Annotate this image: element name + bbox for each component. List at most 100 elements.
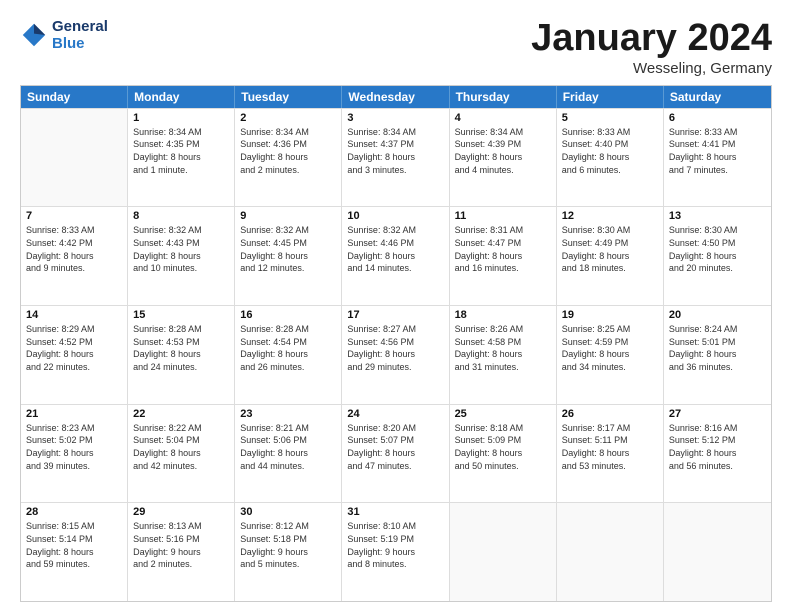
day-number: 23 [240, 408, 336, 420]
day-number: 11 [455, 210, 551, 222]
cell-info-line: Sunrise: 8:28 AM [240, 323, 336, 336]
cal-cell: 11Sunrise: 8:31 AMSunset: 4:47 PMDayligh… [450, 207, 557, 305]
header: General Blue January 2024 Wesseling, Ger… [20, 18, 772, 77]
day-number: 6 [669, 112, 766, 124]
cal-cell: 19Sunrise: 8:25 AMSunset: 4:59 PMDayligh… [557, 306, 664, 404]
day-number: 13 [669, 210, 766, 222]
cell-info-line: Sunrise: 8:34 AM [455, 126, 551, 139]
cell-info-line: Sunset: 4:54 PM [240, 336, 336, 349]
cell-info-line: Sunrise: 8:34 AM [347, 126, 443, 139]
cal-cell: 26Sunrise: 8:17 AMSunset: 5:11 PMDayligh… [557, 405, 664, 503]
cell-info-line: and 2 minutes. [133, 558, 229, 571]
logo-line2: Blue [52, 35, 108, 52]
cell-info-line: Sunset: 4:39 PM [455, 138, 551, 151]
day-number: 7 [26, 210, 122, 222]
cal-cell: 10 Sunrise: 8:32 AMSunset: 4:46 PMDayligh… [342, 207, 449, 305]
cell-info-line: Sunrise: 8:33 AM [669, 126, 766, 139]
day-number: 18 [455, 309, 551, 321]
weekday-header-tuesday: Tuesday [235, 86, 342, 108]
cell-info-line: Daylight: 8 hours [26, 546, 122, 559]
month-title: January 2024 [531, 18, 772, 60]
cell-info-line: Sunrise: 8:32 AM [240, 224, 336, 237]
cell-info-line: Daylight: 8 hours [26, 447, 122, 460]
cell-info-line: Sunset: 5:07 PM [347, 434, 443, 447]
day-number: 2 [240, 112, 336, 124]
cell-info-line: Daylight: 8 hours [133, 447, 229, 460]
weekday-header-saturday: Saturday [664, 86, 771, 108]
cal-cell: 17Sunrise: 8:27 AMSunset: 4:56 PMDayligh… [342, 306, 449, 404]
cell-info-line: and 31 minutes. [455, 361, 551, 374]
cell-info-line: Sunrise: 8:27 AM [347, 323, 443, 336]
cell-info-line: Sunrise: 8:21 AM [240, 422, 336, 435]
cal-cell: 27Sunrise: 8:16 AMSunset: 5:12 PMDayligh… [664, 405, 771, 503]
cal-cell: 16Sunrise: 8:28 AMSunset: 4:54 PMDayligh… [235, 306, 342, 404]
cell-info-line: and 29 minutes. [347, 361, 443, 374]
cell-info-line: Sunset: 4:49 PM [562, 237, 658, 250]
cell-info-line: Sunset: 5:12 PM [669, 434, 766, 447]
cal-cell: 15Sunrise: 8:28 AMSunset: 4:53 PMDayligh… [128, 306, 235, 404]
cell-info-line: Daylight: 8 hours [347, 250, 443, 263]
cal-cell: 13Sunrise: 8:30 AMSunset: 4:50 PMDayligh… [664, 207, 771, 305]
cell-info-line: Daylight: 8 hours [347, 348, 443, 361]
cell-info-line: and 16 minutes. [455, 262, 551, 275]
cell-info-line: and 42 minutes. [133, 460, 229, 473]
logo: General Blue [20, 18, 108, 53]
location: Wesseling, Germany [531, 60, 772, 77]
cell-info-line: Sunset: 5:19 PM [347, 533, 443, 546]
cell-info-line: Sunset: 5:04 PM [133, 434, 229, 447]
weekday-header-sunday: Sunday [21, 86, 128, 108]
cal-cell: 20Sunrise: 8:24 AMSunset: 5:01 PMDayligh… [664, 306, 771, 404]
cell-info-line: Sunrise: 8:34 AM [133, 126, 229, 139]
cal-cell: 22Sunrise: 8:22 AMSunset: 5:04 PMDayligh… [128, 405, 235, 503]
cell-info-line: Daylight: 9 hours [347, 546, 443, 559]
cell-info-line: Sunset: 4:37 PM [347, 138, 443, 151]
cell-info-line: Daylight: 8 hours [562, 250, 658, 263]
day-number: 5 [562, 112, 658, 124]
cell-info-line: and 34 minutes. [562, 361, 658, 374]
cal-cell: 28Sunrise: 8:15 AMSunset: 5:14 PMDayligh… [21, 503, 128, 601]
week-row-1: 1Sunrise: 8:34 AMSunset: 4:35 PMDaylight… [21, 108, 771, 207]
cal-cell: 25Sunrise: 8:18 AMSunset: 5:09 PMDayligh… [450, 405, 557, 503]
day-number: 22 [133, 408, 229, 420]
cell-info-line: Sunrise: 8:17 AM [562, 422, 658, 435]
cell-info-line: Daylight: 8 hours [240, 151, 336, 164]
day-number: 3 [347, 112, 443, 124]
cell-info-line: Sunset: 5:14 PM [26, 533, 122, 546]
weekday-header-friday: Friday [557, 86, 664, 108]
cal-cell: 31Sunrise: 8:10 AMSunset: 5:19 PMDayligh… [342, 503, 449, 601]
cal-cell: 5Sunrise: 8:33 AMSunset: 4:40 PMDaylight… [557, 109, 664, 207]
cell-info-line: Sunrise: 8:31 AM [455, 224, 551, 237]
cell-info-line: Sunset: 4:58 PM [455, 336, 551, 349]
week-row-3: 14Sunrise: 8:29 AMSunset: 4:52 PMDayligh… [21, 305, 771, 404]
cell-info-line: Sunset: 5:18 PM [240, 533, 336, 546]
logo-text: General Blue [52, 18, 108, 53]
cell-info-line: and 26 minutes. [240, 361, 336, 374]
cell-info-line: Daylight: 8 hours [562, 348, 658, 361]
cal-cell: 3 Sunrise: 8:34 AMSunset: 4:37 PMDaylight… [342, 109, 449, 207]
day-number: 10 [347, 210, 443, 222]
day-number: 24 [347, 408, 443, 420]
cal-cell: 30Sunrise: 8:12 AMSunset: 5:18 PMDayligh… [235, 503, 342, 601]
cell-info-line: Sunset: 5:16 PM [133, 533, 229, 546]
cell-info-line: Sunrise: 8:32 AM [347, 224, 443, 237]
cell-info-line: Daylight: 8 hours [455, 250, 551, 263]
cell-info-line: Daylight: 8 hours [562, 447, 658, 460]
cell-info-line: Daylight: 8 hours [347, 151, 443, 164]
cal-cell: 2Sunrise: 8:34 AMSunset: 4:36 PMDaylight… [235, 109, 342, 207]
cell-info-line: and 5 minutes. [240, 558, 336, 571]
cell-info-line: Sunrise: 8:33 AM [562, 126, 658, 139]
cell-info-line: and 22 minutes. [26, 361, 122, 374]
day-number: 15 [133, 309, 229, 321]
cal-cell: 14Sunrise: 8:29 AMSunset: 4:52 PMDayligh… [21, 306, 128, 404]
cell-info-line: Sunset: 5:06 PM [240, 434, 336, 447]
weekday-header-thursday: Thursday [450, 86, 557, 108]
cell-info-line: Daylight: 8 hours [133, 151, 229, 164]
cell-info-line: Sunset: 4:43 PM [133, 237, 229, 250]
day-number: 16 [240, 309, 336, 321]
day-number: 28 [26, 506, 122, 518]
cell-info-line: Sunrise: 8:20 AM [347, 422, 443, 435]
cal-cell: 4Sunrise: 8:34 AMSunset: 4:39 PMDaylight… [450, 109, 557, 207]
cell-info-line: and 20 minutes. [669, 262, 766, 275]
cell-info-line: Daylight: 8 hours [669, 447, 766, 460]
cell-info-line: Sunset: 4:46 PM [347, 237, 443, 250]
